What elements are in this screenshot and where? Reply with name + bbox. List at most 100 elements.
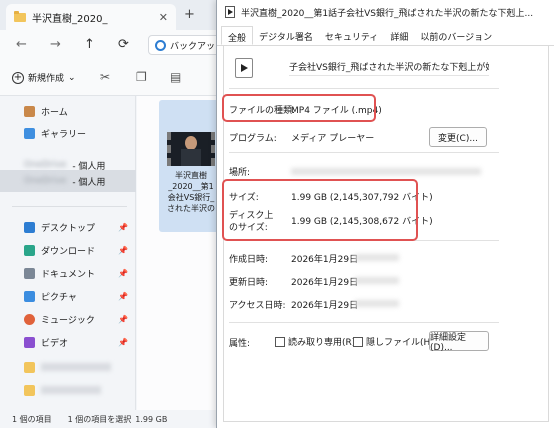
copy-icon[interactable]: ❐ bbox=[136, 70, 147, 84]
sidebar-item-pictures[interactable]: ピクチャ 📌 bbox=[0, 285, 136, 307]
accessed-label: アクセス日時: bbox=[229, 301, 286, 311]
file-name-line: _2020__第1 bbox=[168, 182, 214, 191]
tab-folder[interactable]: 半沢直樹_2020_ ✕ bbox=[6, 4, 176, 30]
checkbox-box[interactable] bbox=[353, 336, 363, 347]
location-value-redacted bbox=[291, 168, 481, 175]
video-icon bbox=[24, 336, 35, 348]
file-name-line: 半沢直樹 bbox=[175, 171, 207, 180]
folder-icon bbox=[24, 361, 35, 373]
sidebar-item-label: ピクチャ bbox=[41, 292, 77, 303]
dialog-title-bar: 半沢直樹_2020__第1話子会社VS銀行_飛ばされた半沢の新たな下剋上... bbox=[217, 0, 554, 24]
file-name-input[interactable]: 子会社VS銀行_飛ばされた半沢の新たな下剋上が始まる bbox=[289, 60, 489, 76]
new-button[interactable]: + 新規作成 ⌄ bbox=[12, 71, 76, 84]
advanced-button[interactable]: 詳細設定(D)... bbox=[429, 331, 489, 353]
sidebar-item-label: ギャラリー bbox=[41, 129, 87, 140]
modified-label: 更新日時: bbox=[229, 278, 269, 288]
tab-security[interactable]: セキュリティ bbox=[319, 26, 384, 45]
divider bbox=[229, 152, 499, 153]
sidebar-item-music[interactable]: ミュージック 📌 bbox=[0, 308, 136, 330]
location-label: 場所: bbox=[229, 168, 251, 178]
sidebar-item-documents[interactable]: ドキュメント 📌 bbox=[0, 262, 136, 284]
backup-icon bbox=[155, 39, 166, 51]
paste-icon[interactable]: ▤ bbox=[170, 70, 181, 84]
hidden-checkbox[interactable]: 隠しファイル(H) bbox=[353, 335, 434, 348]
tab-details[interactable]: 詳細 bbox=[384, 26, 414, 45]
sidebar-item-downloads[interactable]: ダウンロード 📌 bbox=[0, 239, 136, 261]
hidden-label: 隠しファイル(H) bbox=[366, 338, 434, 348]
tab-previous-versions[interactable]: 以前のバージョン bbox=[414, 26, 498, 45]
file-item-selected[interactable]: 半沢直樹 _2020__第1 会社VS銀行_ された半沢の bbox=[159, 100, 223, 232]
account-name-redacted: OneDrive bbox=[24, 176, 67, 186]
accessed-value: 2026年1月29日 bbox=[291, 301, 359, 311]
tab-digital-signatures[interactable]: デジタル署名 bbox=[253, 26, 319, 45]
created-time-redacted bbox=[355, 254, 399, 261]
tab-general[interactable]: 全般 bbox=[221, 26, 254, 45]
account-name-redacted: OneDrive bbox=[24, 160, 67, 170]
attributes-label: 属性: bbox=[229, 339, 251, 349]
pin-icon[interactable]: 📌 bbox=[118, 246, 128, 255]
file-name-line: された半沢の bbox=[167, 204, 215, 213]
checkbox-box[interactable] bbox=[275, 336, 285, 347]
sidebar-item-redacted[interactable] bbox=[0, 379, 136, 401]
item-count: 1 個の項目 bbox=[12, 414, 52, 424]
refresh-icon[interactable]: ⟳ bbox=[118, 37, 129, 52]
chevron-down-icon: ⌄ bbox=[68, 72, 76, 83]
thumbnail-suit bbox=[181, 149, 201, 166]
file-list: 半沢直樹 _2020__第1 会社VS銀行_ された半沢の bbox=[137, 96, 227, 410]
pin-icon[interactable]: 📌 bbox=[118, 223, 128, 232]
sidebar-item-label: ダウンロード bbox=[41, 246, 96, 257]
close-icon[interactable]: ✕ bbox=[159, 11, 168, 24]
selected-count: 1 個の項目を選択 bbox=[67, 414, 132, 424]
modified-value: 2026年1月29日 bbox=[291, 278, 359, 288]
home-icon bbox=[24, 105, 35, 117]
sidebar-item-redacted[interactable] bbox=[0, 356, 136, 378]
file-icon bbox=[225, 6, 235, 18]
accessed-time-redacted bbox=[355, 300, 399, 307]
readonly-checkbox[interactable]: 読み取り専用(R) bbox=[275, 335, 355, 348]
redacted-folder-name bbox=[41, 386, 101, 394]
pin-icon[interactable]: 📌 bbox=[118, 338, 128, 347]
back-arrow-icon[interactable]: ← bbox=[16, 37, 27, 52]
media-file-icon bbox=[235, 58, 253, 78]
tab-title: 半沢直樹_2020_ bbox=[32, 13, 108, 25]
thumbnail-face bbox=[185, 136, 197, 150]
divider bbox=[229, 322, 499, 323]
sidebar-item-gallery[interactable]: ギャラリー bbox=[0, 122, 136, 144]
redacted-folder-name bbox=[41, 363, 111, 371]
selected-size: 1.99 GB bbox=[135, 414, 168, 424]
sidebar-item-desktop[interactable]: デスクトップ 📌 bbox=[0, 216, 136, 238]
change-program-button[interactable]: 変更(C)... bbox=[429, 127, 487, 147]
highlight-size bbox=[222, 179, 418, 241]
dialog-title: 半沢直樹_2020__第1話子会社VS銀行_飛ばされた半沢の新たな下剋上... bbox=[241, 8, 534, 19]
sidebar-item-label: ドキュメント bbox=[41, 269, 96, 280]
program-value: メディア プレーヤー bbox=[291, 134, 375, 144]
navigation-pane: ホーム ギャラリー OneDrive - 個人用 OneDrive - 個人用 … bbox=[0, 96, 136, 410]
sidebar-item-label: - 個人用 bbox=[72, 177, 106, 188]
pin-icon[interactable]: 📌 bbox=[118, 269, 128, 278]
created-value: 2026年1月29日 bbox=[291, 255, 359, 265]
new-tab-button[interactable]: + bbox=[184, 7, 195, 22]
pin-icon[interactable]: 📌 bbox=[118, 315, 128, 324]
file-name: 半沢直樹 _2020__第1 会社VS銀行_ された半沢の bbox=[161, 170, 221, 214]
pin-icon[interactable]: 📌 bbox=[118, 292, 128, 301]
cut-icon[interactable]: ✂ bbox=[100, 70, 110, 84]
program-label: プログラム: bbox=[229, 134, 277, 144]
music-icon bbox=[24, 313, 35, 325]
sidebar-item-onedrive-selected[interactable]: OneDrive - 個人用 bbox=[0, 170, 136, 192]
forward-arrow-icon[interactable]: → bbox=[50, 37, 61, 52]
sidebar-item-videos[interactable]: ビデオ 📌 bbox=[0, 331, 136, 353]
folder-icon bbox=[24, 384, 35, 396]
download-icon bbox=[24, 244, 35, 256]
readonly-label: 読み取り専用(R) bbox=[288, 338, 356, 348]
picture-icon bbox=[24, 290, 35, 302]
new-label: 新規作成 bbox=[28, 74, 65, 84]
plus-icon: + bbox=[12, 71, 24, 84]
sidebar-divider bbox=[12, 206, 127, 207]
file-name-line: 会社VS銀行_ bbox=[167, 193, 215, 202]
modified-time-redacted bbox=[355, 277, 399, 284]
gallery-icon bbox=[24, 127, 35, 139]
divider bbox=[229, 88, 499, 89]
document-icon bbox=[24, 267, 35, 279]
sidebar-item-home[interactable]: ホーム bbox=[0, 100, 136, 122]
up-arrow-icon[interactable]: ↑ bbox=[84, 37, 95, 52]
